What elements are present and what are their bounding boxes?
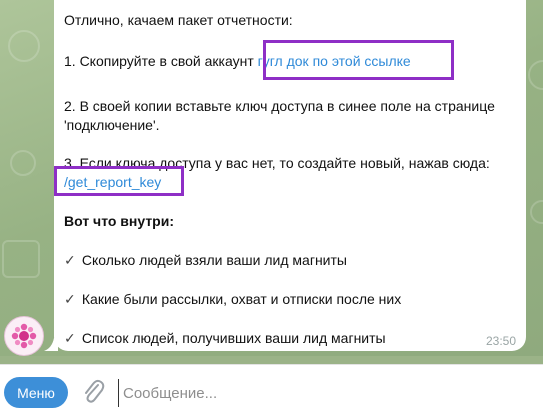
- link-highlight-box: [263, 40, 454, 80]
- paperclip-icon[interactable]: [80, 377, 106, 407]
- check-icon: ✓: [64, 330, 76, 346]
- message-bubble: Отлично, качаем пакет отчетности: 1. Ско…: [54, 0, 526, 351]
- bullet-text: Сколько людей взяли ваши лид магниты: [81, 252, 347, 268]
- background-doodle: [528, 60, 543, 90]
- background-doodle: [2, 240, 40, 278]
- list-item: ✓ Какие были рассылки, охват и отписки п…: [64, 290, 401, 308]
- menu-button[interactable]: Меню: [4, 377, 68, 408]
- bullet-text: Список людей, получивших ваши лид магнит…: [81, 330, 386, 346]
- background-doodle: [10, 150, 36, 176]
- intro-text: Отлично, качаем пакет отчетности:: [64, 12, 293, 28]
- list-item: ✓ Список людей, получивших ваши лид магн…: [64, 329, 386, 347]
- check-icon: ✓: [64, 291, 76, 307]
- step-2-line-1: 2. В своей копии вставьте ключ доступа в…: [64, 98, 495, 114]
- list-item: ✓ Сколько людей взяли ваши лид магниты: [64, 251, 347, 269]
- background-doodle: [8, 30, 40, 62]
- flower-icon: [11, 323, 37, 349]
- inside-title: Вот что внутри:: [64, 213, 174, 229]
- step-2-line-2: 'подключение'.: [64, 117, 160, 133]
- bullet-text: Какие были рассылки, охват и отписки пос…: [81, 291, 402, 307]
- step-1-text: 1. Скопируйте в свой аккаунт: [64, 53, 258, 69]
- message-time: 23:50: [485, 334, 516, 348]
- background-doodle: [530, 200, 543, 224]
- bot-avatar[interactable]: [4, 316, 44, 356]
- message-input[interactable]: [118, 379, 525, 407]
- input-bar: Меню: [0, 364, 543, 412]
- command-highlight-box: [54, 166, 184, 196]
- chat-area: Отлично, качаем пакет отчетности: 1. Ско…: [0, 0, 543, 356]
- check-icon: ✓: [64, 252, 76, 268]
